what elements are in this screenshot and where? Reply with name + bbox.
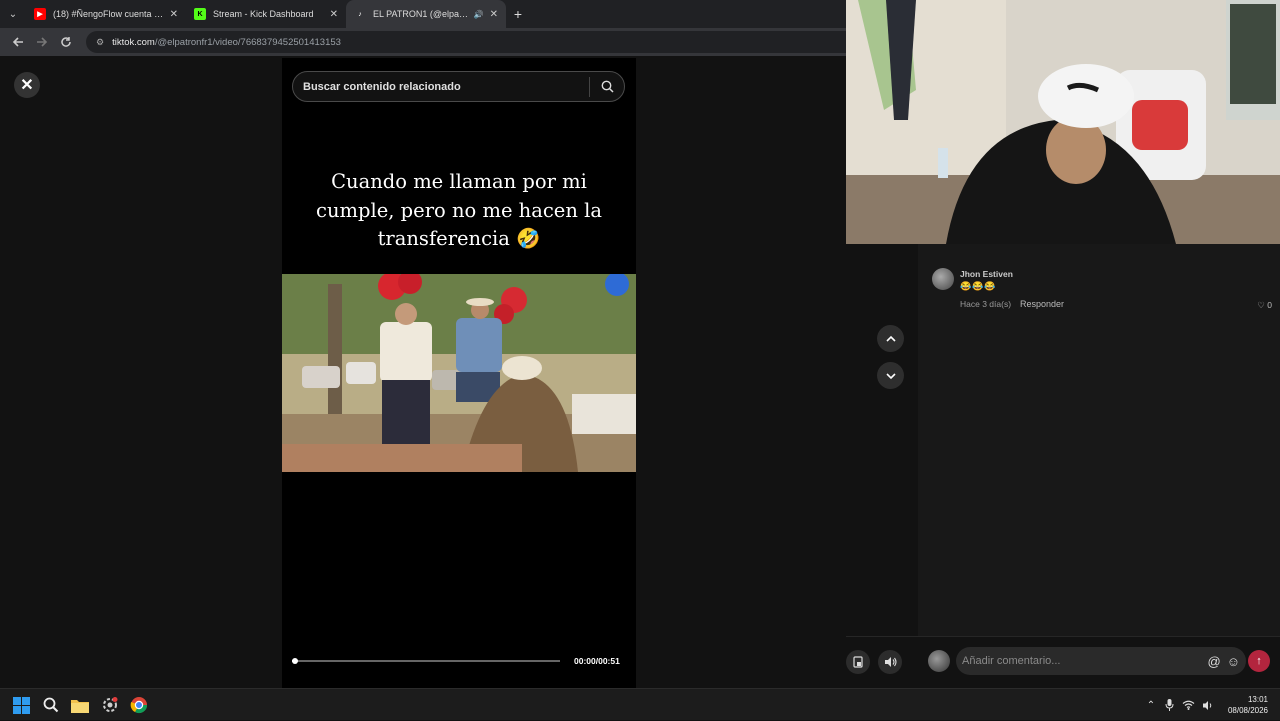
- current-user-avatar: [928, 650, 950, 672]
- system-clock[interactable]: 13:01 08/08/2026: [1228, 694, 1268, 716]
- comment-input-wrapper: @ ☺: [956, 647, 1246, 675]
- chevron-up-icon: [885, 335, 896, 342]
- tab-title: (18) #ÑengoFlow cuenta la anéc: [53, 9, 164, 19]
- site-settings-icon[interactable]: ⚙: [96, 37, 104, 48]
- video-player[interactable]: Cuando me llaman por mi cumple, pero no …: [282, 58, 636, 688]
- windows-start-icon[interactable]: [11, 695, 31, 715]
- youtube-icon: ▶: [34, 8, 46, 20]
- microphone-icon[interactable]: [1161, 699, 1179, 711]
- mini-player-button[interactable]: [846, 650, 870, 674]
- mini-player-icon: [853, 656, 863, 668]
- chevron-up-icon[interactable]: ⌃: [1142, 700, 1160, 711]
- avatar[interactable]: [932, 268, 954, 290]
- comment-text: 😂😂😂: [960, 281, 997, 291]
- related-search-input[interactable]: [293, 80, 589, 93]
- progress-handle[interactable]: [291, 658, 298, 664]
- browser-toolbar: ⚙ tiktok.com/@elpatronfr1/video/76683794…: [0, 28, 846, 56]
- wifi-icon[interactable]: [1180, 700, 1198, 710]
- forward-arrow-icon[interactable]: [30, 30, 54, 54]
- settings-gear-icon[interactable]: [100, 695, 120, 715]
- comment-username[interactable]: Jhon Estiven: [960, 269, 1013, 279]
- clock-time: 13:01: [1247, 695, 1268, 704]
- clock-date: 08/08/2026: [1227, 706, 1268, 715]
- next-video-button[interactable]: [877, 362, 904, 389]
- new-tab-button[interactable]: +: [506, 0, 530, 28]
- back-arrow-icon[interactable]: [6, 30, 30, 54]
- url-path: /@elpatronfr1/video/7668379452501413153: [154, 36, 341, 48]
- close-video-button[interactable]: ✕: [14, 72, 40, 98]
- volume-icon: [884, 657, 897, 667]
- tab-title: EL PATRON1 (@elpatronfr1): [373, 9, 470, 19]
- address-bar[interactable]: ⚙ tiktok.com/@elpatronfr1/video/76683794…: [86, 31, 846, 53]
- comment-input[interactable]: [960, 655, 1208, 667]
- chevron-down-icon: [885, 372, 896, 379]
- heart-icon: ♡: [1257, 300, 1265, 310]
- tab-close-icon[interactable]: ✕: [170, 9, 178, 20]
- comment-compose-bar: @ ☺ ↑: [846, 636, 1280, 688]
- tab-audio-icon[interactable]: 🔊: [474, 10, 484, 19]
- url-domain: tiktok.com: [112, 36, 155, 48]
- browser-tab-youtube[interactable]: ▶ (18) #ÑengoFlow cuenta la anéc ✕: [26, 0, 186, 28]
- video-frame[interactable]: [282, 274, 636, 472]
- system-tray: ⌃ 13:01 08/08/2026: [1142, 689, 1268, 721]
- comment-like-count: 0: [1267, 300, 1272, 310]
- video-scene-image: [282, 274, 636, 472]
- search-icon[interactable]: [590, 80, 624, 93]
- previous-video-button[interactable]: [877, 325, 904, 352]
- comment-age: Hace 3 día(s): [960, 299, 1012, 309]
- progress-track[interactable]: [291, 658, 560, 664]
- tab-close-icon[interactable]: ✕: [330, 9, 338, 20]
- reload-icon[interactable]: [54, 30, 78, 54]
- browser-tab-tiktok[interactable]: ♪ EL PATRON1 (@elpatronfr1) 🔊 ✕: [346, 0, 506, 28]
- webcam-overlay: [846, 0, 1280, 244]
- webcam-image: [846, 0, 1280, 244]
- related-search-box: [292, 71, 625, 102]
- browser-tab-kick[interactable]: K Stream - Kick Dashboard ✕: [186, 0, 346, 28]
- tiktok-icon: ♪: [358, 10, 362, 18]
- speaker-icon[interactable]: [1199, 700, 1217, 711]
- search-icon[interactable]: [41, 695, 61, 715]
- reply-button[interactable]: Responder: [1020, 299, 1064, 309]
- tab-search-dropdown-icon[interactable]: ⌄: [0, 0, 26, 28]
- chrome-icon[interactable]: [129, 695, 149, 715]
- tab-title: Stream - Kick Dashboard: [213, 9, 314, 19]
- post-comment-button[interactable]: ↑: [1248, 650, 1270, 672]
- arrow-up-icon: ↑: [1256, 655, 1262, 667]
- comments-panel: Jhon Estiven 😂😂😂 Hace 3 día(s) Responder…: [918, 244, 1280, 688]
- comment-like-button[interactable]: ♡ 0: [1257, 300, 1272, 311]
- kick-icon: K: [194, 8, 206, 20]
- mention-icon[interactable]: @: [1208, 654, 1221, 669]
- file-explorer-icon[interactable]: [70, 695, 90, 715]
- video-progress[interactable]: 00:00/00:51: [291, 654, 626, 668]
- emoji-icon[interactable]: ☺: [1227, 654, 1240, 669]
- windows-taskbar: ⌃ 13:01 08/08/2026: [0, 688, 1280, 720]
- video-timecode: 00:00/00:51: [574, 656, 620, 666]
- volume-button[interactable]: [878, 650, 902, 674]
- video-caption: Cuando me llaman por mi cumple, pero no …: [316, 170, 602, 250]
- browser-tab-strip: ⌄ ▶ (18) #ÑengoFlow cuenta la anéc ✕ K S…: [0, 0, 846, 28]
- tab-close-icon[interactable]: ✕: [490, 9, 498, 20]
- video-navigation: [877, 325, 904, 399]
